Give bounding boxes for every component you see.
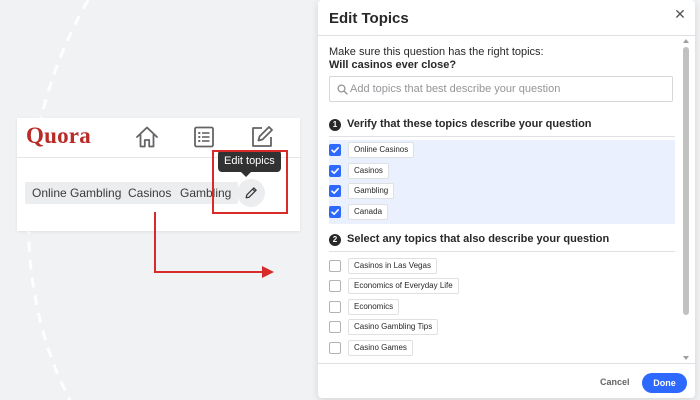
topic-label: Casinos in Las Vegas [348, 258, 437, 274]
cancel-button[interactable]: Cancel [600, 377, 630, 387]
topic-checkbox[interactable] [329, 260, 341, 272]
modal-title: Edit Topics [329, 10, 409, 27]
quora-logo[interactable]: Quora [26, 123, 91, 149]
scrollbar-thumb[interactable] [683, 47, 689, 315]
scroll-down-arrow-icon[interactable] [683, 356, 689, 360]
home-icon[interactable] [134, 124, 160, 150]
topic-label: Economics of Everyday Life [348, 278, 459, 294]
section-divider [329, 251, 675, 252]
topic-checkbox-checked[interactable] [329, 144, 341, 156]
modal-instructions: Make sure this question has the right to… [329, 46, 544, 58]
topic-label: Casinos [348, 163, 389, 179]
topic-checkbox-checked[interactable] [329, 206, 341, 218]
annotation-highlight-box [212, 150, 288, 214]
topic-label: Casino Games [348, 340, 413, 356]
question-title: Will casinos ever close? [329, 59, 457, 71]
checkmark-icon [331, 147, 339, 153]
topic-chip[interactable]: Online Gambling [25, 182, 129, 204]
topic-search-box[interactable] [329, 76, 673, 102]
topic-checkbox[interactable] [329, 342, 341, 354]
modal-body[interactable]: Make sure this question has the right to… [318, 37, 695, 363]
topic-checkbox[interactable] [329, 280, 341, 292]
topic-checkbox-checked[interactable] [329, 185, 341, 197]
topic-search-input[interactable] [350, 79, 668, 99]
topic-label: Gambling [348, 183, 395, 199]
step-number-badge: 2 [329, 234, 341, 246]
topic-checkbox-checked[interactable] [329, 165, 341, 177]
section-label: Select any topics that also describe you… [347, 233, 610, 245]
modal-header: Edit Topics ✕ [318, 0, 695, 36]
modal-scrollbar[interactable] [682, 37, 690, 363]
topic-label: Online Casinos [348, 142, 415, 158]
checkmark-icon [331, 209, 339, 215]
answer-icon[interactable] [191, 124, 217, 150]
topic-label: Economics [348, 299, 400, 315]
step-number-badge: 1 [329, 119, 341, 131]
topic-chip[interactable]: Casinos [121, 182, 179, 204]
topic-checkbox[interactable] [329, 321, 341, 333]
checkmark-icon [331, 168, 339, 174]
close-button[interactable]: ✕ [672, 6, 688, 22]
topic-checkbox[interactable] [329, 301, 341, 313]
write-icon[interactable] [249, 124, 275, 150]
search-icon [337, 84, 348, 95]
checkmark-icon [331, 188, 339, 194]
topic-label: Casino Gambling Tips [348, 319, 439, 335]
topic-label: Canada [348, 204, 389, 220]
modal-footer: Cancel Done [318, 363, 695, 398]
suggested-topics-section-header: 2 Select any topics that also describe y… [329, 232, 675, 250]
scroll-up-arrow-icon[interactable] [683, 39, 689, 43]
verify-topics-section-header: 1 Verify that these topics describe your… [329, 117, 675, 135]
done-button[interactable]: Done [642, 373, 687, 393]
section-divider [329, 136, 675, 137]
section-label: Verify that these topics describe your q… [347, 118, 592, 130]
close-icon: ✕ [674, 6, 686, 22]
edit-topics-modal: Edit Topics ✕ Make sure this question ha… [318, 0, 695, 398]
